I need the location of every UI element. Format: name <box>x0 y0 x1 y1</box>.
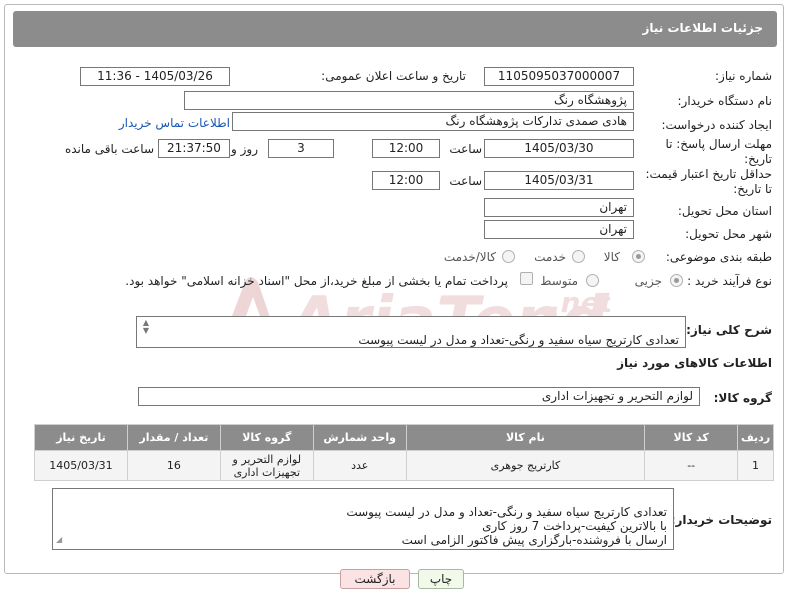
cell-quantity: 16 <box>126 450 221 481</box>
print-button[interactable]: چاپ <box>418 569 464 589</box>
scroll-arrows-icon[interactable]: ▲ ▼ <box>139 319 149 335</box>
buyer-notes-text: تعدادی کارتریج سیاه سفید و رنگی-تعداد و … <box>346 505 667 547</box>
category-radio-goods[interactable] <box>632 250 645 263</box>
purchase-option-medium: متوسط <box>540 274 578 288</box>
city-label: شهر محل تحویل: <box>685 227 772 241</box>
cell-row: 1 <box>737 450 774 481</box>
city-field[interactable]: تهران <box>484 220 634 239</box>
table-row[interactable]: 1 -- کارتریج جوهری عدد لوازم التحریر و ت… <box>34 450 774 481</box>
buyer-notes-textarea[interactable]: تعدادی کارتریج سیاه سفید و رنگی-تعداد و … <box>52 488 674 550</box>
resize-grip-icon[interactable]: ◢ <box>56 533 62 547</box>
col-name-header: نام کالا <box>405 424 646 451</box>
goods-table: ردیف کد کالا نام کالا واحد شمارش گروه کا… <box>34 424 774 481</box>
goods-table-header: ردیف کد کالا نام کالا واحد شمارش گروه کا… <box>34 424 774 451</box>
remaining-time-label: ساعت باقی مانده <box>64 142 154 156</box>
category-label: طبقه بندی موضوعی: <box>665 250 772 264</box>
requester-field[interactable]: هادی صمدی تدارکات پژوهشگاه رنگ <box>232 112 634 131</box>
purchase-option-minor: جزیی <box>634 274 662 288</box>
cell-code: -- <box>644 450 739 481</box>
panel-header: جزئیات اطلاعات نیاز <box>13 11 777 47</box>
cell-group: لوازم التحریر و تجهیزات اداری <box>219 450 314 481</box>
price-validity-time-field[interactable]: 12:00 <box>372 171 440 190</box>
purchase-radio-medium[interactable] <box>586 274 599 287</box>
col-row-header: ردیف <box>737 424 774 451</box>
cell-date: 1405/03/31 <box>34 450 128 481</box>
col-quantity-header: تعداد / مقدار <box>126 424 221 451</box>
reply-deadline-label-line1: مهلت ارسال پاسخ: تا <box>665 137 772 151</box>
panel-title: جزئیات اطلاعات نیاز <box>642 21 763 35</box>
buyer-notes-label: توضیحات خریدار: <box>670 513 772 527</box>
reply-deadline-time-field[interactable]: 12:00 <box>372 139 440 158</box>
buyer-org-field[interactable]: پژوهشگاه رنگ <box>184 91 634 110</box>
description-label: شرح کلی نیاز: <box>686 323 772 337</box>
col-unit-header: واحد شمارش <box>312 424 407 451</box>
reply-deadline-time-label: ساعت <box>449 142 482 156</box>
need-number-label: شماره نیاز: <box>715 69 772 83</box>
purchase-type-label: نوع فرآیند خرید : <box>687 274 772 288</box>
reply-days-field[interactable]: 3 <box>268 139 334 158</box>
goods-group-label: گروه کالا: <box>713 391 772 405</box>
price-validity-label-line1: حداقل تاریخ اعتبار قیمت: <box>645 167 772 181</box>
col-group-header: گروه کالا <box>219 424 314 451</box>
price-validity-time-label: ساعت <box>449 174 482 188</box>
purchase-radio-minor[interactable] <box>670 274 683 287</box>
price-validity-date-field[interactable]: 1405/03/31 <box>484 171 634 190</box>
cell-name: کارتریج جوهری <box>405 450 646 481</box>
remaining-time-field[interactable]: 21:37:50 <box>158 139 230 158</box>
announce-datetime-field[interactable]: 1405/03/26 - 11:36 <box>80 67 230 86</box>
description-textarea[interactable]: تعدادی کارتریج سیاه سفید و رنگی-تعداد و … <box>136 316 686 348</box>
back-button[interactable]: بازگشت <box>340 569 410 589</box>
need-number-field[interactable]: 1105095037000007 <box>484 67 634 86</box>
cell-unit: عدد <box>312 450 407 481</box>
announce-datetime-label: تاریخ و ساعت اعلان عمومی: <box>321 69 466 83</box>
category-option-goods-service: کالا/خدمت <box>443 250 496 264</box>
reply-days-label: روز و <box>231 142 258 156</box>
category-radio-service[interactable] <box>572 250 585 263</box>
buyer-contact-link[interactable]: اطلاعات تماس خریدار <box>119 116 230 130</box>
treasury-payment-checkbox[interactable] <box>520 272 533 285</box>
buyer-org-label: نام دستگاه خریدار: <box>677 94 773 108</box>
reply-deadline-date-field[interactable]: 1405/03/30 <box>484 139 634 158</box>
category-radio-goods-service[interactable] <box>502 250 515 263</box>
reply-deadline-label-line2: تاریخ: <box>744 152 772 166</box>
category-option-goods: کالا <box>603 250 620 264</box>
requester-label: ایجاد کننده درخواست: <box>661 118 772 132</box>
col-date-header: تاریخ نیاز <box>34 424 128 451</box>
category-option-service: خدمت <box>534 250 566 264</box>
price-validity-label-line2: تا تاریخ: <box>733 182 772 196</box>
description-text: تعدادی کارتریج سیاه سفید و رنگی-تعداد و … <box>358 333 679 347</box>
goods-group-field[interactable]: لوازم التحریر و تجهیزات اداری <box>138 387 700 406</box>
province-label: استان محل تحویل: <box>677 204 772 218</box>
province-field[interactable]: تهران <box>484 198 634 217</box>
treasury-payment-note: پرداخت تمام یا بخشی از مبلغ خرید،از محل … <box>125 274 508 288</box>
goods-section-title: اطلاعات کالاهای مورد نیاز <box>617 356 772 370</box>
col-code-header: کد کالا <box>644 424 739 451</box>
